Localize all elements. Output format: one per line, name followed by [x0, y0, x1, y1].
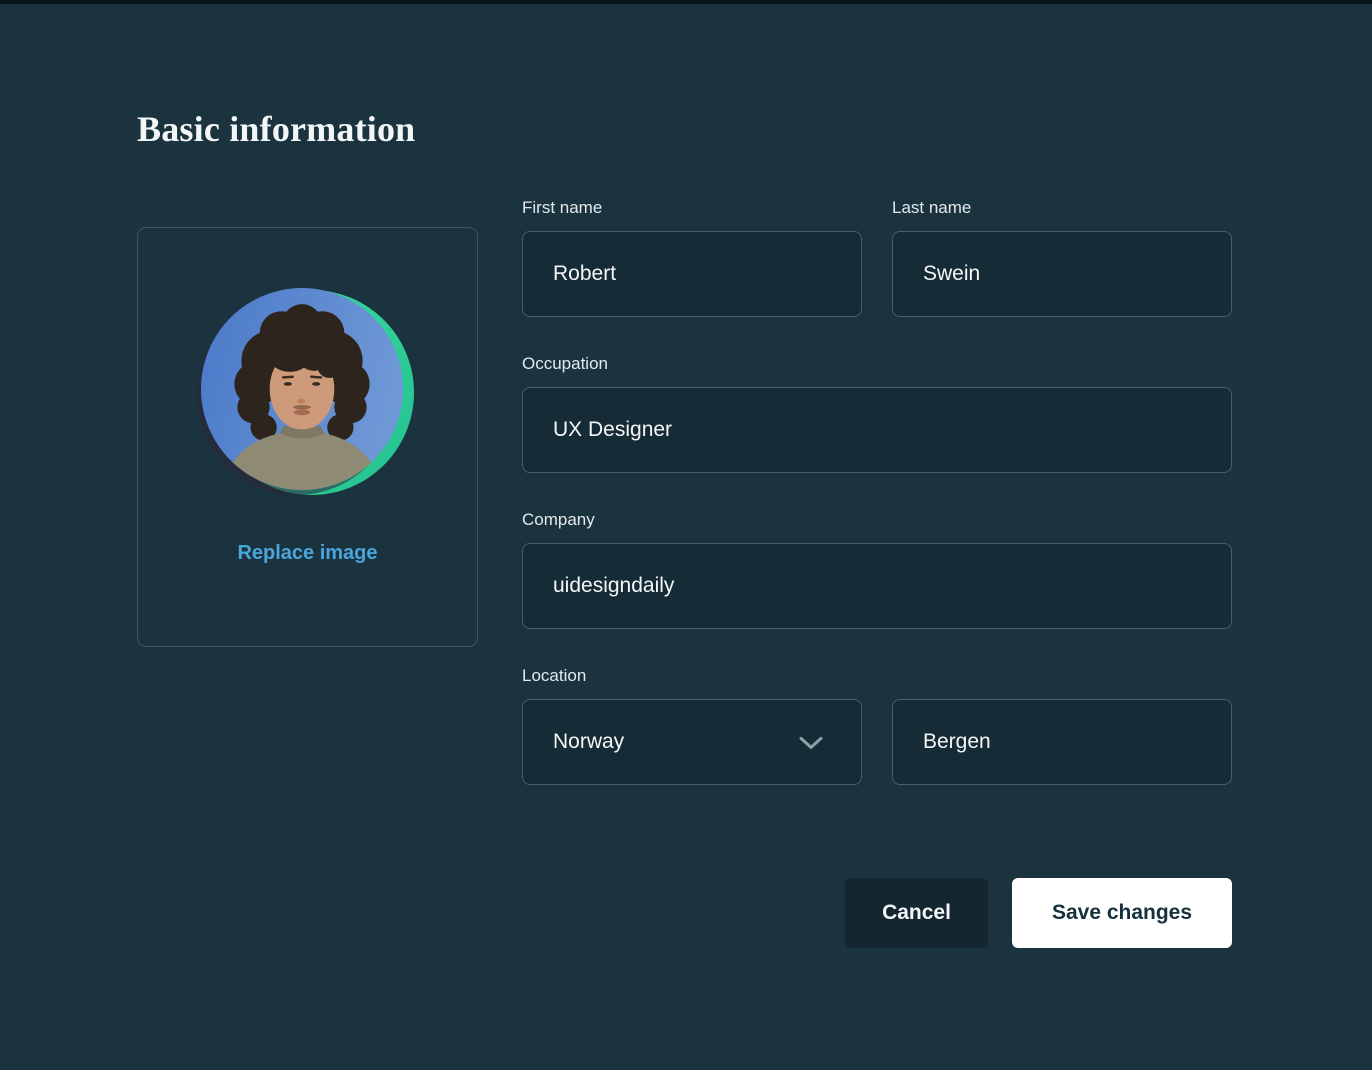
first-name-label: First name [522, 198, 862, 218]
form-actions: Cancel Save changes [522, 878, 1232, 948]
location-label: Location [522, 666, 862, 686]
last-name-label: Last name [892, 198, 1232, 218]
last-name-input[interactable] [892, 231, 1232, 317]
location-group: Location Norway [522, 666, 862, 785]
first-name-input[interactable] [522, 231, 862, 317]
replace-image-link[interactable]: Replace image [237, 542, 377, 565]
save-changes-button[interactable]: Save changes [1012, 878, 1232, 948]
cancel-button[interactable]: Cancel [845, 878, 988, 948]
company-input[interactable] [522, 543, 1232, 629]
profile-photo-card: Replace image [137, 227, 478, 647]
last-name-group: Last name [892, 198, 1232, 317]
profile-photo [201, 288, 403, 490]
country-select-value: Norway [553, 730, 624, 754]
occupation-input[interactable] [522, 387, 1232, 473]
basic-info-form: First name Last name Occupation Company … [522, 198, 1232, 948]
chevron-down-icon [799, 736, 823, 750]
basic-information-page: Basic information [0, 4, 1372, 948]
content-area: Replace image First name Last name Occup… [137, 198, 1235, 948]
avatar [201, 288, 414, 496]
first-name-group: First name [522, 198, 862, 317]
company-label: Company [522, 510, 1232, 530]
city-input[interactable] [892, 699, 1232, 785]
city-group [892, 666, 1232, 785]
page-title: Basic information [137, 108, 1235, 150]
country-select[interactable]: Norway [522, 699, 862, 785]
occupation-label: Occupation [522, 354, 1232, 374]
city-label [892, 666, 1232, 686]
